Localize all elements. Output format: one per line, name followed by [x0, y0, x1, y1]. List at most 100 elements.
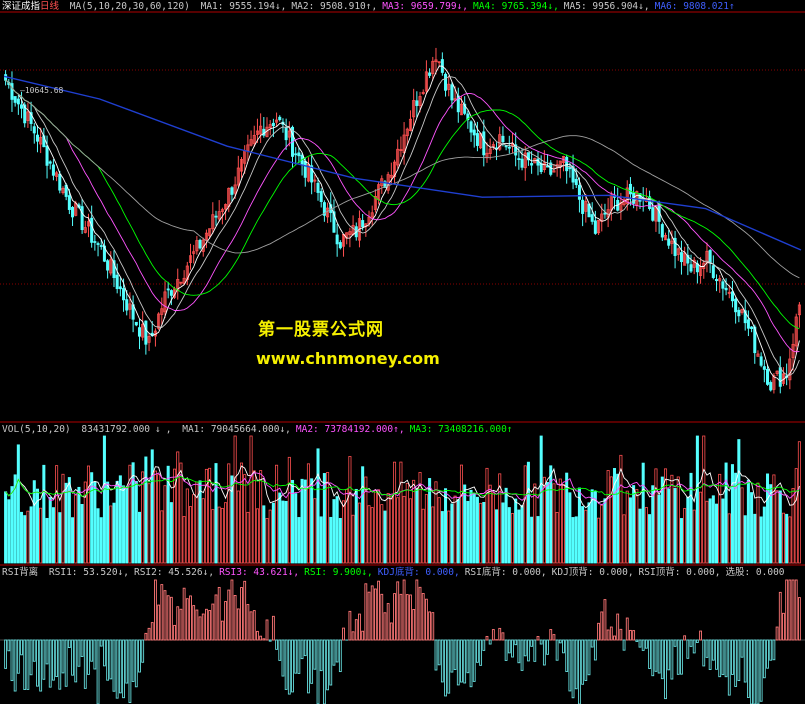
volume-bar: [246, 511, 250, 564]
volume-bar: [306, 463, 310, 564]
rsi-bar: [361, 630, 365, 641]
rsi-bar: [715, 639, 718, 670]
volume-bar: [303, 479, 307, 564]
volume-bar: [469, 489, 473, 564]
volume-bar: [609, 476, 613, 564]
volume-bar: [201, 498, 205, 564]
rsi-bar: [217, 586, 221, 641]
volume-bar: [80, 504, 84, 564]
rsi-bar: [256, 630, 259, 641]
rsi-bar: [284, 639, 288, 690]
candle-body: [603, 212, 607, 215]
rsi-bar: [393, 593, 396, 641]
candle-body: [651, 207, 655, 221]
volume-bar: [568, 492, 572, 564]
candle-body: [472, 129, 476, 136]
volume-bar: [361, 466, 365, 564]
volume-bar: [574, 516, 578, 564]
rsi-val-rsi2: RSI2: 45.526↓,: [133, 567, 215, 578]
rsi-bar: [660, 639, 664, 680]
volume-bar: [676, 476, 680, 564]
volume-bar: [29, 506, 33, 564]
rsi-bar: [699, 630, 702, 641]
volume-bar: [67, 477, 71, 564]
volume-bar: [546, 482, 550, 564]
volume-bar: [26, 510, 30, 564]
rsi-bar: [310, 639, 314, 684]
rsi-bar: [192, 605, 196, 641]
rsi-bar: [240, 587, 243, 641]
price-ma-ma2: MA2: 9508.910↑,: [291, 1, 378, 12]
candle-body: [35, 134, 39, 142]
volume-bar: [475, 496, 479, 564]
rsi-bar: [523, 639, 527, 657]
volume-bar: [58, 512, 62, 564]
volume-bar: [648, 514, 652, 564]
volume-bar: [644, 507, 648, 564]
volume-bar: [482, 501, 486, 564]
rsi-bar: [670, 639, 674, 680]
rsi-bar: [507, 639, 511, 654]
volume-bar: [20, 511, 24, 564]
candle-body: [517, 158, 521, 161]
rsi-bar: [587, 639, 591, 676]
candle-body: [284, 127, 288, 141]
candle-body: [711, 265, 715, 278]
volume-bar: [271, 502, 275, 564]
volume-bar: [335, 496, 339, 564]
rsi-bar: [746, 639, 750, 698]
volume-bar: [373, 490, 377, 564]
volume-bar: [651, 485, 655, 564]
rsi-val-rsi: RSI: 9.900↓,: [304, 567, 373, 578]
volume-bar: [628, 497, 632, 564]
volume-bar: [4, 491, 8, 564]
volume-bar: [112, 502, 116, 564]
rsi-bar: [198, 616, 202, 641]
rsi-bar: [112, 639, 116, 692]
volume-bar: [453, 495, 457, 564]
vol-ma-ma1: MA1: 79045664.000↓,: [182, 424, 291, 435]
rsi-bar: [721, 639, 725, 676]
rsi-bar: [778, 591, 782, 641]
volume-header: VOL(5,10,20) 83431792.000 ↓, MA1: 7904566…: [2, 424, 523, 436]
rsi-bar: [195, 609, 199, 641]
rsi-bar: [329, 639, 333, 686]
volume-bar: [399, 461, 403, 564]
rsi-bar: [590, 639, 594, 648]
vol-ma-ma3: MA3: 73408216.000↑: [409, 424, 513, 435]
rsi-bar: [396, 581, 400, 641]
rsi-bar: [326, 639, 329, 691]
candle-body: [316, 182, 320, 193]
volume-bar: [501, 502, 505, 564]
rsi-bar: [294, 639, 298, 674]
rsi-bar: [185, 598, 189, 641]
rsi-bar: [39, 639, 43, 692]
volume-bar: [654, 468, 658, 564]
volume-bar: [313, 498, 317, 564]
rsi-bar: [201, 613, 205, 641]
period-label: 日线: [40, 1, 60, 12]
rsi-bar: [600, 611, 604, 641]
volume-bar: [157, 474, 161, 564]
rsi-bar: [179, 608, 183, 641]
candle-body: [361, 220, 365, 228]
rsi-bar: [498, 627, 502, 641]
volume-bar: [488, 484, 492, 564]
candle-body: [96, 243, 100, 245]
rsi-bar: [447, 639, 451, 694]
rsi-bar: [307, 639, 310, 694]
volume-bar: [42, 464, 46, 564]
volume-bar: [743, 515, 747, 564]
candle-body: [134, 321, 138, 326]
rsi-bar: [246, 604, 250, 641]
volume-bar: [176, 451, 180, 564]
volume-bar: [756, 482, 760, 564]
candle-body: [415, 100, 419, 106]
ma-lines: [3, 65, 802, 383]
volume-bar: [74, 494, 78, 564]
candle-body: [303, 160, 307, 178]
volume-bar: [542, 476, 546, 564]
volume-bar: [421, 508, 425, 564]
rsi-val-kdj底背: KDJ底背: 0.000,: [377, 567, 460, 578]
rsi-bar: [208, 610, 212, 641]
